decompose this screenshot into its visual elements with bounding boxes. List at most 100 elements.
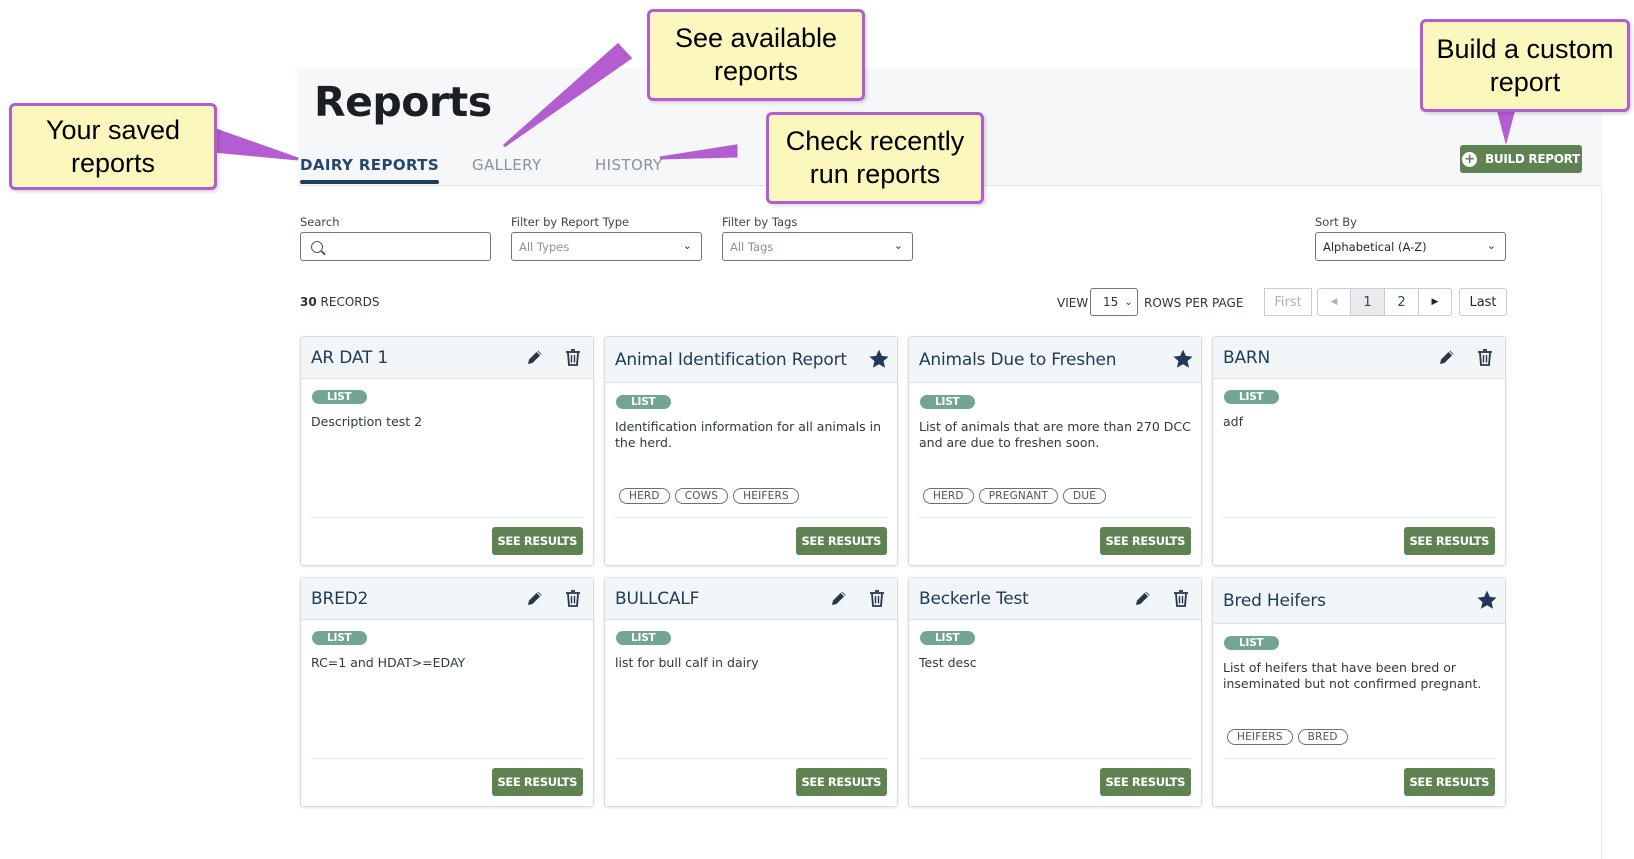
- report-type-badge: LIST: [920, 631, 975, 645]
- tag-chip[interactable]: COWS: [674, 488, 729, 504]
- chevron-down-icon: ⌄: [893, 239, 903, 252]
- see-results-button[interactable]: SEE RESULTS: [795, 768, 887, 796]
- tags-label: Filter by Tags: [722, 215, 798, 229]
- search-input[interactable]: [300, 232, 491, 261]
- report-type-badge: LIST: [1224, 390, 1279, 404]
- see-results-button[interactable]: SEE RESULTS: [491, 768, 583, 796]
- trash-icon[interactable]: [1171, 588, 1191, 608]
- pagination-page-1[interactable]: 1: [1350, 288, 1385, 316]
- rows-per-page-label: ROWS PER PAGE: [1144, 296, 1244, 310]
- star-icon[interactable]: [1172, 348, 1193, 368]
- tags-select[interactable]: All Tags ⌄: [722, 232, 913, 261]
- report-card: AR DAT 1 LIST Description test 2 SEE RESULT…: [300, 336, 594, 566]
- records-count: 30 RECORDS: [300, 295, 379, 309]
- see-results-button[interactable]: SEE RESULTS: [491, 527, 583, 555]
- see-results-button[interactable]: SEE RESULTS: [1099, 768, 1191, 796]
- tag-chip[interactable]: HEIFERS: [733, 488, 799, 504]
- tab-history[interactable]: HISTORY: [595, 156, 663, 174]
- trash-icon[interactable]: [867, 588, 887, 608]
- report-card: BULLCALF LIST list for bull calf in dairy S…: [604, 577, 898, 807]
- card-description: list for bull calf in dairy: [615, 655, 759, 670]
- tag-chip[interactable]: DUE: [1063, 488, 1107, 504]
- card-title[interactable]: Animals Due to Freshen: [919, 350, 1117, 370]
- pagination-next[interactable]: ▶: [1418, 288, 1452, 316]
- screen: Reports DAIRY REPORTS GALLERY HISTORY + …: [0, 0, 1634, 859]
- tag-chip[interactable]: PREGNANT: [978, 488, 1059, 504]
- card-title[interactable]: Bred Heifers: [1223, 591, 1326, 611]
- edit-pencil-icon[interactable]: [1133, 588, 1153, 608]
- pagination-first[interactable]: First: [1264, 288, 1312, 316]
- trash-icon[interactable]: [563, 588, 583, 608]
- view-label: VIEW: [1057, 296, 1089, 310]
- card-description: Description test 2: [311, 414, 423, 429]
- report-card: Bred Heifers LIST List of heifers that hav…: [1212, 577, 1506, 807]
- tags-value: All Tags: [730, 239, 774, 254]
- card-description: Identification information for all anima…: [615, 419, 882, 450]
- trash-icon[interactable]: [1475, 347, 1495, 367]
- tag-chip[interactable]: HEIFERS: [1227, 729, 1293, 745]
- see-results-button[interactable]: SEE RESULTS: [1099, 527, 1191, 555]
- report-type-badge: LIST: [616, 631, 671, 645]
- report-card: BARN LIST adf SEE RESULTS: [1212, 336, 1506, 566]
- edit-pencil-icon[interactable]: [525, 347, 545, 367]
- rows-per-page-value: 15: [1103, 295, 1119, 309]
- edit-pencil-icon[interactable]: [1437, 347, 1457, 367]
- trash-icon[interactable]: [563, 347, 583, 367]
- see-results-button[interactable]: SEE RESULTS: [1403, 527, 1495, 555]
- card-header: Animal Identification Report: [605, 337, 897, 383]
- search-icon: [311, 240, 323, 253]
- report-type-badge: LIST: [312, 631, 367, 645]
- card-title[interactable]: BULLCALF: [615, 589, 699, 609]
- callout-saved-reports: Your saved reports: [9, 103, 217, 190]
- build-report-button[interactable]: + BUILD REPORT: [1460, 145, 1582, 173]
- report-type-badge: LIST: [1224, 636, 1279, 650]
- rows-per-page-select[interactable]: 15 ⌄: [1090, 288, 1138, 316]
- tab-dairy-reports[interactable]: DAIRY REPORTS: [300, 156, 440, 184]
- report-type-badge: LIST: [920, 395, 975, 409]
- pagination-last[interactable]: Last: [1459, 288, 1507, 316]
- sort-select[interactable]: Alphabetical (A-Z) ⌄: [1315, 232, 1506, 261]
- card-title[interactable]: Animal Identification Report: [615, 350, 847, 370]
- build-report-label: BUILD REPORT: [1485, 152, 1580, 166]
- chevron-down-icon: ⌄: [1486, 239, 1496, 252]
- see-results-button[interactable]: SEE RESULTS: [1403, 768, 1495, 796]
- star-icon[interactable]: [1476, 589, 1497, 609]
- callout-history: Check recently run reports: [766, 112, 984, 204]
- see-results-button[interactable]: SEE RESULTS: [795, 527, 887, 555]
- sort-label: Sort By: [1315, 215, 1357, 229]
- card-description: List of animals that are more than 270 D…: [919, 419, 1191, 450]
- card-title[interactable]: BRED2: [311, 589, 368, 609]
- tag-chip[interactable]: HERD: [619, 488, 670, 504]
- report-card: BRED2 LIST RC=1 and HDAT>=EDAY SEE RESULTS: [300, 577, 594, 807]
- report-type-badge: LIST: [616, 395, 671, 409]
- tab-gallery[interactable]: GALLERY: [472, 156, 542, 174]
- chevron-down-icon: ⌄: [682, 239, 692, 252]
- card-title[interactable]: Beckerle Test: [919, 589, 1029, 609]
- card-divider: [1223, 758, 1495, 759]
- pagination-prev[interactable]: ◀: [1317, 288, 1351, 316]
- report-type-value: All Types: [519, 239, 570, 254]
- tag-chip[interactable]: BRED: [1297, 729, 1348, 745]
- chevron-down-icon: ⌄: [1124, 296, 1133, 308]
- tag-list: HERD PREGNANT DUE: [923, 488, 1107, 504]
- report-type-label: Filter by Report Type: [511, 215, 630, 229]
- tag-list: HERD COWS HEIFERS: [619, 488, 799, 504]
- card-title[interactable]: AR DAT 1: [311, 348, 388, 368]
- callout-build-report: Build a custom report: [1420, 19, 1630, 112]
- report-card: Animals Due to Freshen LIST List of animal…: [908, 336, 1202, 566]
- card-title[interactable]: BARN: [1223, 348, 1270, 368]
- edit-pencil-icon[interactable]: [829, 588, 849, 608]
- tag-chip[interactable]: HERD: [923, 488, 974, 504]
- card-description: adf: [1223, 414, 1243, 429]
- edit-pencil-icon[interactable]: [525, 588, 545, 608]
- card-divider: [615, 517, 887, 518]
- report-type-select[interactable]: All Types ⌄: [511, 232, 702, 261]
- card-description: RC=1 and HDAT>=EDAY: [311, 655, 466, 670]
- card-header: BRED2: [301, 578, 593, 620]
- report-type-badge: LIST: [312, 390, 367, 404]
- records-label: RECORDS: [320, 295, 380, 309]
- pagination-page-2[interactable]: 2: [1384, 288, 1419, 316]
- tag-list: HEIFERS BRED: [1227, 729, 1348, 745]
- card-description: Test desc: [919, 655, 977, 670]
- star-icon[interactable]: [868, 348, 889, 368]
